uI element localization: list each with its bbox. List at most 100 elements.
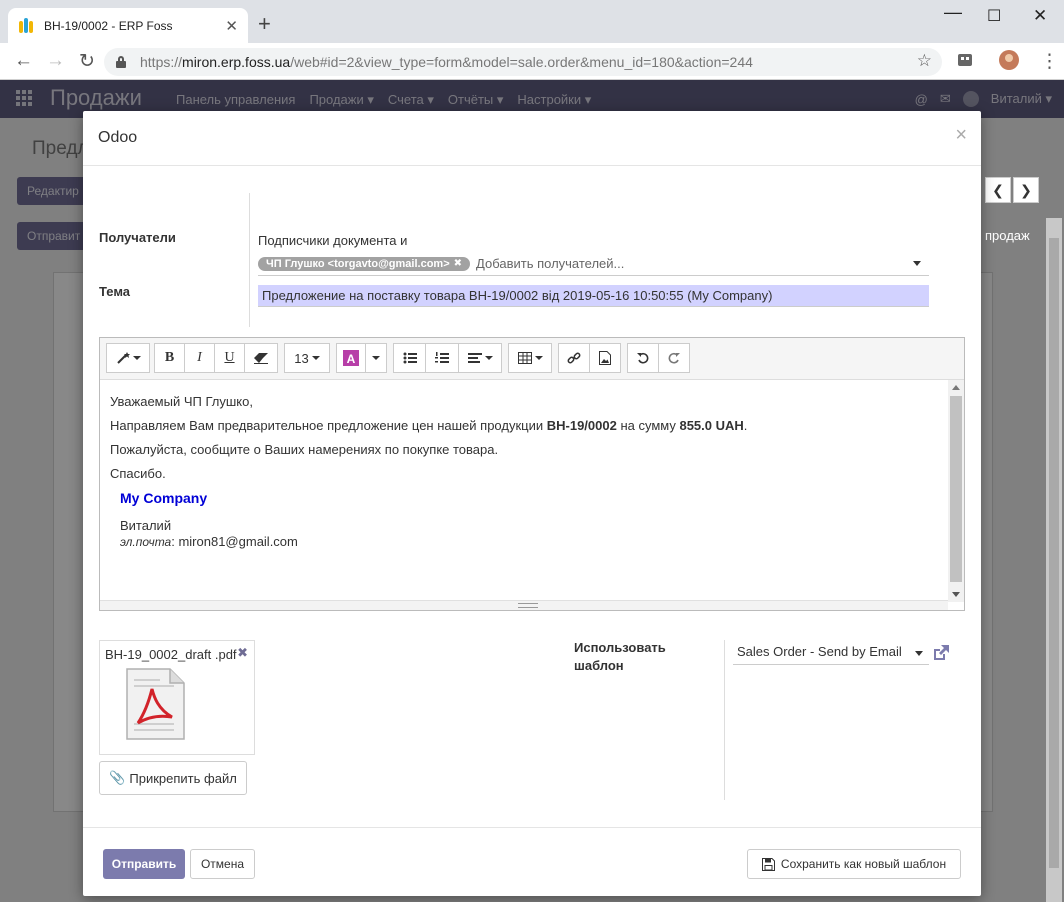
svg-text:A: A — [347, 352, 356, 366]
dialog-header: Odoo × — [83, 111, 981, 166]
label-divider — [249, 193, 250, 327]
url-path: /web#id=2&view_type=form&model=sale.orde… — [290, 54, 753, 70]
font-color-dropdown[interactable] — [365, 343, 387, 373]
body-greeting: Уважаемый ЧП Глушко, — [110, 394, 253, 409]
subject-input[interactable]: Предложение на поставку товара ВН-19/000… — [258, 285, 929, 307]
signature-company: My Company — [120, 490, 208, 506]
bullet-list-button[interactable] — [393, 343, 426, 373]
recipient-tag: ЧП Глушко <torgavto@gmail.com> ✖ — [258, 256, 471, 271]
eraser-icon — [254, 353, 268, 364]
lock-icon — [116, 56, 126, 68]
bg-side-label: продаж — [985, 228, 1030, 243]
browser-menu-icon[interactable]: ⋮ — [1040, 50, 1059, 73]
recipient-tag-label: ЧП Глушко <torgavto@gmail.com> — [266, 257, 450, 270]
dialog-close-icon[interactable]: × — [955, 124, 967, 147]
attach-file-button[interactable]: 📎 Прикрепить файл — [99, 761, 247, 795]
subject-label: Тема — [99, 284, 131, 299]
recipients-field[interactable]: ЧП Глушко <torgavto@gmail.com> ✖ — [258, 252, 929, 276]
signature-email: эл.почта: miron81@gmail.com — [120, 534, 298, 549]
font-size-value: 13 — [294, 350, 309, 366]
editor-resize-handle[interactable] — [100, 600, 948, 610]
eraser-button[interactable] — [244, 343, 278, 373]
new-tab-button[interactable]: + — [258, 11, 271, 37]
tab-title: ВН-19/0002 - ERP Foss — [44, 18, 173, 33]
template-value: Sales Order - Send by Email — [737, 644, 902, 659]
browser-tab[interactable]: ВН-19/0002 - ERP Foss ✕ — [8, 8, 248, 43]
profile-avatar-icon[interactable] — [999, 50, 1019, 70]
dialog-title: Odoo — [98, 129, 138, 146]
attachment-filename[interactable]: ВН-19_0002_draft .pdf — [105, 647, 237, 662]
subscribers-text: Подписчики документа и — [258, 233, 408, 248]
redo-button[interactable] — [658, 343, 690, 373]
signature-name: Виталий — [120, 518, 172, 533]
cancel-button[interactable]: Отмена — [190, 849, 255, 879]
font-size-button[interactable]: 13 — [284, 343, 330, 373]
save-template-label: Сохранить как новый шаблон — [780, 857, 947, 871]
body-offer-line: Направляем Вам предварительное предложен… — [110, 414, 940, 438]
url-scheme: https:// — [140, 54, 183, 70]
picture-icon — [599, 351, 611, 365]
link-button[interactable] — [558, 343, 590, 373]
body-offer-suffix: . — [743, 418, 748, 433]
reload-icon[interactable]: ↻ — [79, 50, 95, 73]
remove-attachment-icon[interactable]: ✖ — [237, 645, 248, 661]
pager-next-icon[interactable]: ❯ — [1013, 177, 1039, 203]
undo-button[interactable] — [627, 343, 659, 373]
body-thanks: Спасибо. — [110, 466, 166, 481]
template-select[interactable]: Sales Order - Send by Email — [733, 641, 929, 665]
external-link-icon[interactable] — [931, 643, 951, 663]
redo-icon — [668, 352, 680, 364]
align-left-icon — [467, 353, 482, 363]
window-close-icon[interactable]: ✕ — [1033, 6, 1047, 26]
extension-icon[interactable] — [956, 51, 974, 69]
style-wand-button[interactable] — [106, 343, 150, 373]
template-label: Использовать шаблон — [574, 639, 674, 675]
pager-prev-icon[interactable]: ❮ — [985, 177, 1011, 203]
table-icon — [517, 352, 532, 364]
paperclip-icon: 📎 — [109, 770, 126, 785]
email-body-content[interactable]: Уважаемый ЧП Глушко, Направляем Вам пред… — [110, 390, 940, 486]
remove-recipient-icon[interactable]: ✖ — [454, 258, 462, 269]
dialog-footer: Отправить Отмена Сохранить как новый шаб… — [83, 827, 981, 896]
minimize-icon[interactable]: — — [944, 2, 962, 23]
add-recipients-input[interactable] — [476, 256, 897, 271]
numbered-list-button[interactable] — [425, 343, 459, 373]
pdf-file-icon — [126, 668, 185, 740]
signature-email-value: miron81@gmail.com — [178, 534, 298, 549]
address-bar-row: ← → ↻ https://miron.erp.foss.ua/web#id=2… — [0, 43, 1064, 80]
editor-scrollbar[interactable] — [948, 380, 964, 602]
font-color-button[interactable]: A — [336, 343, 366, 373]
template-label-text: Использовать шаблон — [574, 640, 666, 673]
body-offer-mid: на сумму — [616, 418, 680, 433]
bookmark-star-icon[interactable]: ☆ — [917, 51, 932, 71]
url-input[interactable]: https://miron.erp.foss.ua/web#id=2&view_… — [104, 48, 942, 76]
table-button[interactable] — [508, 343, 552, 373]
tab-close-icon[interactable]: ✕ — [225, 17, 238, 35]
attach-file-label: Прикрепить файл — [129, 770, 237, 786]
underline-button[interactable]: U — [214, 343, 245, 373]
undo-icon — [637, 352, 649, 364]
attachment-card: ВН-19_0002_draft .pdf ✖ — [99, 640, 255, 755]
floppy-disk-icon — [761, 857, 775, 871]
image-button[interactable] — [589, 343, 621, 373]
forward-icon[interactable]: → — [46, 50, 65, 72]
recipients-label: Получатели — [99, 230, 176, 245]
editor-toolbar: B I U 13 A — [100, 338, 964, 380]
body-offer-prefix: Направляем Вам предварительное предложен… — [110, 418, 547, 433]
maximize-icon[interactable]: ☐ — [987, 6, 1001, 26]
body-amount: 855.0 UAH — [679, 418, 744, 433]
signature-email-label: эл.почта — [120, 535, 172, 549]
paragraph-align-button[interactable] — [458, 343, 502, 373]
bullet-list-icon — [403, 352, 417, 364]
browser-titlebar: ВН-19/0002 - ERP Foss ✕ + — ☐ ✕ — [0, 0, 1064, 43]
italic-button[interactable]: I — [184, 343, 215, 373]
send-button[interactable]: Отправить — [103, 849, 185, 879]
page-scrollbar[interactable] — [1046, 218, 1062, 902]
body-request-line: Пожалуйста, сообщите о Ваших намерениях … — [110, 442, 499, 457]
back-icon[interactable]: ← — [14, 50, 33, 72]
font-color-icon: A — [343, 350, 359, 366]
save-template-button[interactable]: Сохранить как новый шаблон — [747, 849, 961, 879]
recipients-dropdown-icon[interactable] — [913, 261, 921, 266]
template-dropdown-icon[interactable] — [915, 651, 923, 656]
bold-button[interactable]: B — [154, 343, 185, 373]
